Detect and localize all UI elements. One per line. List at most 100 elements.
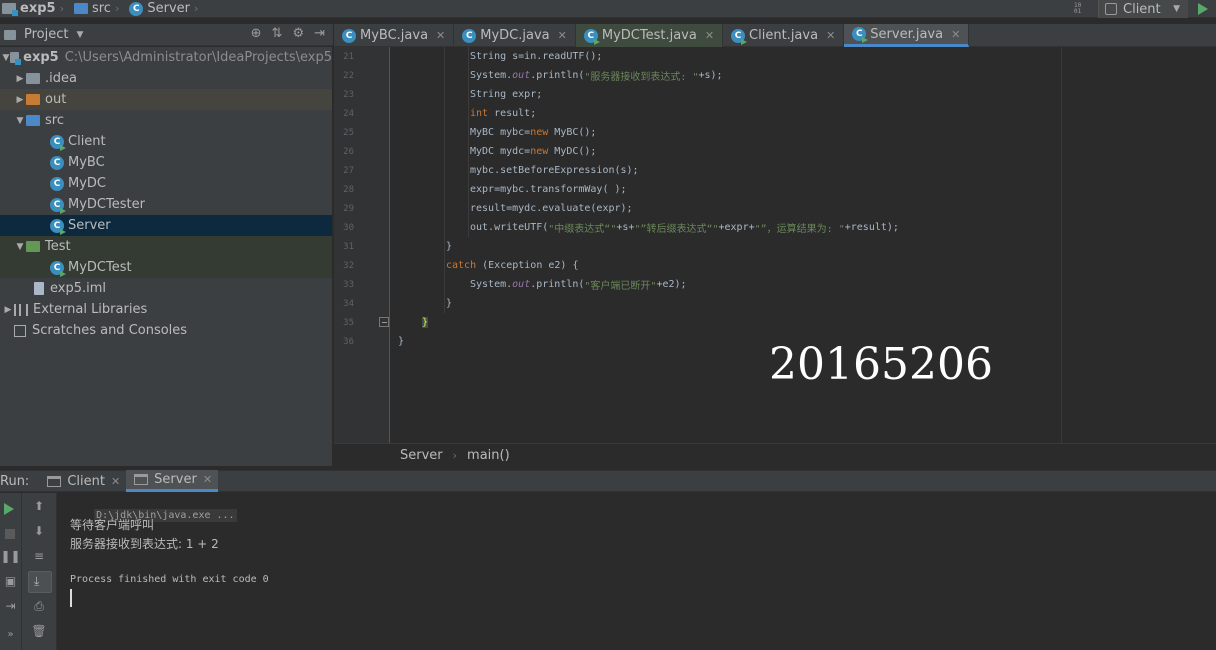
code-line: 26 MyDC mydc= new MyDC(); — [343, 142, 1216, 161]
arrow-down-icon[interactable]: ⬇ — [22, 524, 56, 538]
line-number: 22 — [343, 70, 354, 81]
code-text: String expr; — [470, 89, 543, 100]
close-icon[interactable]: ✕ — [951, 28, 960, 41]
chevron-down-icon[interactable]: ▼ — [14, 116, 26, 126]
tree-item-mydc[interactable]: C MyDC — [0, 173, 332, 194]
close-icon[interactable]: ✕ — [436, 29, 445, 42]
tab-mybc[interactable]: C MyBC.java ✕ — [334, 24, 455, 47]
breadcrumb-method[interactable]: main() — [467, 448, 510, 463]
exit-icon[interactable]: ⇥ — [0, 599, 21, 613]
arrow-up-icon[interactable]: ⬆ — [22, 499, 56, 513]
run-tab-client[interactable]: Client ✕ — [39, 470, 126, 492]
run-tab-server[interactable]: Server ✕ — [126, 470, 219, 492]
pause-icon[interactable]: ❚❚ — [0, 549, 21, 563]
hide-icon[interactable]: ⇥ — [314, 26, 325, 41]
close-icon[interactable]: ✕ — [826, 29, 835, 42]
tab-server[interactable]: C Server.java ✕ — [844, 24, 970, 47]
line-number: 21 — [343, 51, 354, 62]
tree-item-label: out — [45, 92, 67, 107]
tree-item-mydctest[interactable]: C MyDCTest — [0, 257, 332, 278]
code-text: result; — [488, 108, 537, 119]
code-line: 23 String expr; — [343, 85, 1216, 104]
close-icon[interactable]: ✕ — [705, 29, 714, 42]
locate-icon[interactable]: ⊕ — [251, 26, 262, 41]
tree-item-src[interactable]: ▼ src — [0, 110, 332, 131]
tab-mydctest[interactable]: C MyDCTest.java ✕ — [575, 24, 724, 47]
more-icon[interactable]: » — [0, 629, 21, 640]
code-area[interactable]: 21 String s=in.readUTF(); 22 System. out.… — [343, 47, 1216, 443]
tree-item-test[interactable]: ▼ Test — [0, 236, 332, 257]
run-toolbar-secondary: ⬆ ⬇ ≡ ⤓ ⎙ 🗑 — [22, 493, 57, 650]
console-line: 服务器接收到表达式: 1 + 2 — [70, 537, 219, 551]
project-panel-tools: ⊕ ⇅ ⚙ ⇥ — [251, 26, 325, 41]
code-text: } — [398, 336, 405, 347]
print-icon[interactable]: ⎙ — [22, 599, 56, 614]
code-text: out.writeUTF( — [470, 222, 549, 233]
close-icon[interactable]: ✕ — [558, 29, 567, 42]
code-field: out — [512, 70, 531, 81]
tree-item-label: .idea — [45, 71, 77, 86]
tree-item-scratches[interactable]: Scratches and Consoles — [0, 320, 332, 341]
code-line: 28 expr=mybc.transformWay( ); — [343, 180, 1216, 199]
tree-item-mybc[interactable]: C MyBC — [0, 152, 332, 173]
collapse-icon[interactable]: ⇅ — [272, 26, 283, 41]
console-icon — [47, 475, 62, 487]
stop-icon[interactable] — [5, 529, 15, 539]
scroll-to-end-button[interactable]: ⤓ — [28, 571, 52, 593]
line-number: 28 — [343, 184, 354, 195]
code-line: 34 } — [343, 294, 1216, 313]
tree-item-external-libraries[interactable]: ▶ External Libraries — [0, 299, 332, 320]
tree-item-iml[interactable]: exp5.iml — [0, 278, 332, 299]
nav-crumb-label: exp5 — [20, 1, 56, 16]
tab-client[interactable]: C Client.java ✕ — [723, 24, 845, 47]
code-string: "”转后缀表达式“" — [634, 224, 719, 235]
code-line: 25 MyBC mybc= new MyBC(); — [343, 123, 1216, 142]
tree-item-exp5[interactable]: ▼ exp5 C:\Users\Administrator\IdeaProjec… — [0, 47, 332, 68]
trash-icon[interactable]: 🗑 — [22, 624, 56, 638]
chevron-right-icon[interactable]: ▶ — [14, 95, 26, 105]
nav-crumb-project[interactable]: exp5 › — [0, 0, 72, 18]
close-icon[interactable]: ✕ — [203, 473, 212, 486]
chevron-right-icon: › — [59, 2, 64, 15]
chevron-right-icon[interactable]: ▶ — [14, 74, 26, 84]
gear-icon[interactable]: ⚙ — [292, 26, 304, 41]
chevron-down-icon[interactable]: ▼ — [2, 53, 10, 63]
fold-icon[interactable] — [379, 317, 389, 327]
tree-item-server[interactable]: C Server — [0, 215, 332, 236]
camera-icon[interactable]: ▣ — [0, 574, 21, 588]
editor-breadcrumb: Server › main() — [334, 443, 1216, 466]
tree-item-idea[interactable]: ▶ .idea — [0, 68, 332, 89]
tree-item-out[interactable]: ▶ out — [0, 89, 332, 110]
run-button[interactable] — [1198, 3, 1208, 15]
code-line: 33 System. out .println("客户端已断开" +e2); — [343, 275, 1216, 294]
console-output[interactable]: D:\jdk\bin\java.exe ... 等待客户端呼叫 服务器接收到表达… — [58, 493, 1216, 650]
chevron-right-icon[interactable]: ▶ — [2, 305, 14, 315]
library-icon — [14, 303, 28, 316]
chevron-down-icon[interactable]: ▼ — [14, 242, 26, 252]
line-number: 24 — [343, 108, 354, 119]
class-icon: C — [50, 197, 66, 214]
binary-icon[interactable]: 10 01 — [1074, 3, 1084, 15]
tab-mydc[interactable]: C MyDC.java ✕ — [454, 24, 576, 47]
line-number: 34 — [343, 298, 354, 309]
code-text: +result); — [844, 222, 899, 233]
code-keyword: new — [530, 127, 549, 138]
line-number: 31 — [343, 241, 354, 252]
nav-crumb-src[interactable]: src › — [72, 0, 127, 18]
run-configuration-select[interactable]: Client ▼ — [1098, 0, 1188, 18]
tree-item-mydctester[interactable]: C MyDCTester — [0, 194, 332, 215]
chevron-down-icon[interactable]: ▼ — [76, 30, 83, 40]
class-icon: C — [129, 1, 144, 16]
project-view-title[interactable]: Project — [24, 27, 68, 42]
breadcrumb-class[interactable]: Server — [400, 448, 443, 463]
nav-crumb-server[interactable]: C Server › — [127, 0, 206, 18]
soft-wrap-icon[interactable]: ≡ — [22, 549, 56, 563]
tree-item-client[interactable]: C Client — [0, 131, 332, 152]
line-number: 30 — [343, 222, 354, 233]
close-icon[interactable]: ✕ — [111, 475, 120, 488]
nav-crumb-label: src — [91, 1, 111, 16]
code-text: } — [446, 241, 453, 252]
code-editor[interactable]: 21 String s=in.readUTF(); 22 System. out.… — [334, 47, 1216, 443]
module-folder-icon — [2, 3, 18, 16]
rerun-icon[interactable] — [4, 503, 14, 515]
